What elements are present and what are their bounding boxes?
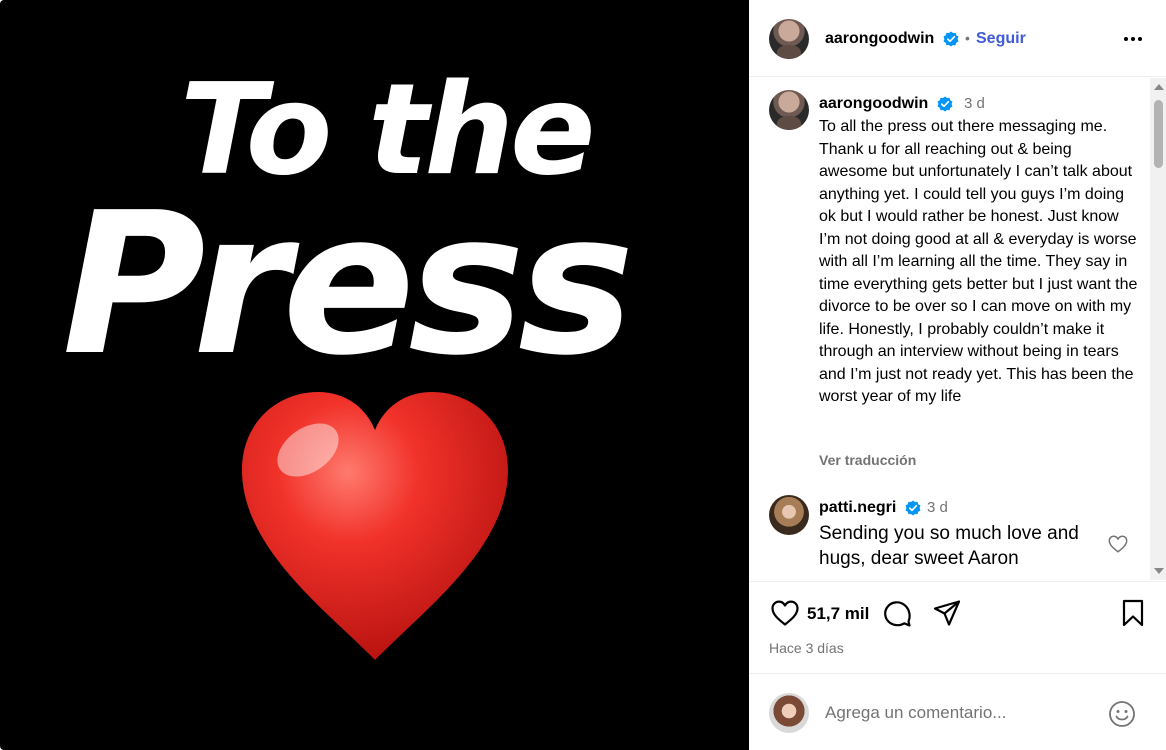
comment-like-heart-icon[interactable]	[1107, 533, 1129, 555]
follow-button[interactable]: Seguir	[976, 30, 1026, 48]
current-user-avatar	[769, 693, 809, 733]
heart-emoji-icon	[242, 392, 508, 660]
caption-text: To all the press out there messaging me.…	[819, 118, 1138, 405]
scroll-down-arrow-icon[interactable]	[1154, 568, 1164, 574]
more-horizontal-icon[interactable]	[1121, 28, 1145, 50]
comment-text: Sending you so much love and hugs, dear …	[819, 523, 1079, 569]
share-icon[interactable]	[931, 597, 963, 629]
smiley-icon[interactable]	[1107, 699, 1137, 729]
commenter-username[interactable]: patti.negri	[819, 499, 896, 517]
bookmark-icon[interactable]	[1117, 597, 1149, 629]
likes-count[interactable]: 51,7 mil	[807, 604, 869, 624]
heart-icon[interactable]	[769, 597, 801, 629]
post-details-panel: aarongoodwin • Seguir aarongoodwin 3 d T…	[749, 0, 1166, 750]
caption-username[interactable]: aarongoodwin	[819, 95, 928, 113]
caption-timestamp[interactable]: 3 d	[964, 95, 985, 112]
add-comment-bar	[749, 673, 1166, 750]
see-translation-link[interactable]: Ver traducción	[819, 452, 916, 468]
scroll-up-arrow-icon[interactable]	[1154, 84, 1164, 90]
author-avatar[interactable]	[769, 19, 809, 59]
verified-badge-icon	[905, 500, 921, 516]
caption-avatar[interactable]	[769, 90, 809, 130]
comment-timestamp[interactable]: 3 d	[927, 499, 948, 516]
scrollbar-thumb[interactable]	[1154, 100, 1163, 168]
comments-scrollbar[interactable]	[1150, 78, 1166, 580]
verified-badge-icon	[937, 96, 953, 112]
image-text-line-2: Press	[62, 171, 635, 399]
commenter-avatar[interactable]	[769, 495, 809, 535]
comments-list[interactable]: aarongoodwin 3 d To all the press out th…	[749, 78, 1166, 580]
posted-time[interactable]: Hace 3 días	[769, 640, 844, 656]
verified-badge-icon	[943, 31, 959, 47]
separator-dot: •	[965, 30, 970, 46]
comment-input[interactable]	[825, 698, 1095, 728]
author-username[interactable]: aarongoodwin	[825, 30, 934, 48]
actions-divider	[749, 581, 1166, 582]
comment-icon[interactable]	[881, 597, 913, 629]
post-image[interactable]: To the Press	[0, 0, 749, 750]
post-header: aarongoodwin • Seguir	[749, 0, 1166, 77]
